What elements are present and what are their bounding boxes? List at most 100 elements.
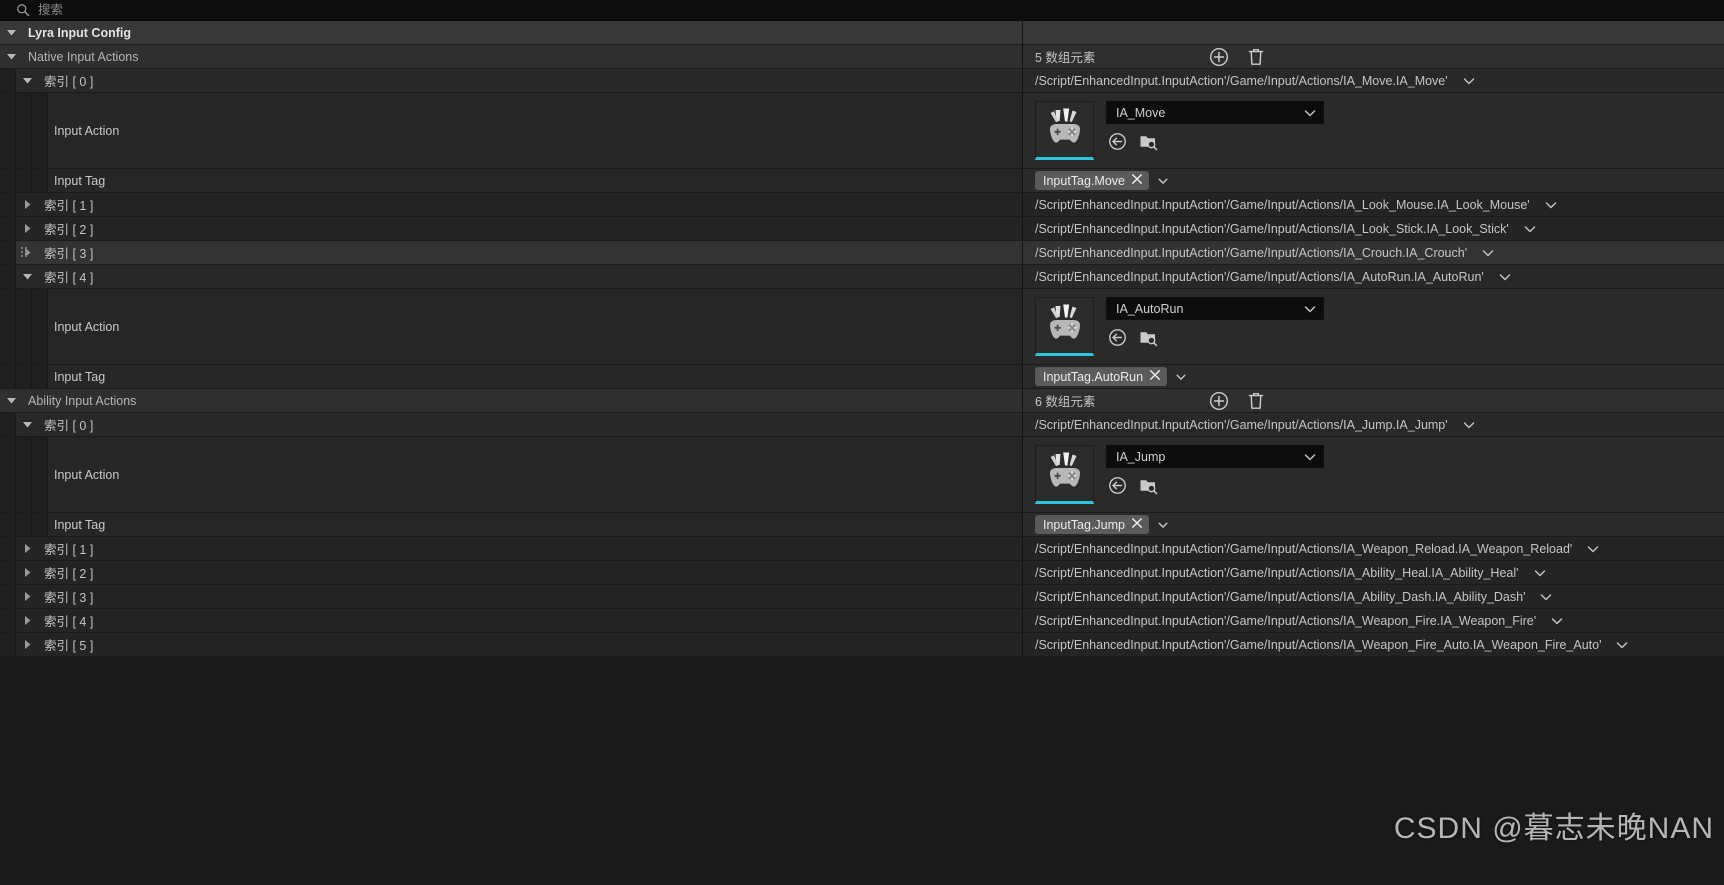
input-tag-label: Input Tag xyxy=(54,173,106,188)
input-action-gamepad-icon[interactable] xyxy=(1035,101,1094,160)
input-action-value-cell: IA_Move xyxy=(1023,93,1724,168)
twisty-collapsed-icon[interactable] xyxy=(16,223,38,234)
indent-guides xyxy=(0,217,16,240)
asset-path-value[interactable]: /Script/EnhancedInput.InputAction'/Game/… xyxy=(1035,542,1572,556)
tag-dropdown-chevron-icon[interactable] xyxy=(1175,371,1187,383)
twisty-collapsed-icon[interactable] xyxy=(16,591,38,602)
use-selected-asset-icon[interactable] xyxy=(1108,132,1127,151)
add-element-button[interactable] xyxy=(1209,391,1229,411)
asset-path-value[interactable]: /Script/EnhancedInput.InputAction'/Game/… xyxy=(1035,566,1519,580)
twisty-collapsed-icon[interactable] xyxy=(16,567,38,578)
twisty-expanded-icon[interactable] xyxy=(0,51,22,62)
input-tag-label: Input Tag xyxy=(54,369,106,384)
twisty-expanded-icon[interactable] xyxy=(16,75,38,86)
array-section-0[interactable]: Native Input Actions 5 数组元素 xyxy=(0,45,1724,69)
chevron-down-icon[interactable] xyxy=(1462,418,1476,432)
chevron-down-icon[interactable] xyxy=(1544,198,1558,212)
delete-all-elements-button[interactable] xyxy=(1247,47,1265,67)
asset-picker-controls: IA_Move xyxy=(1106,101,1324,151)
array-element-row[interactable]: 索引 [ 0 ] /Script/EnhancedInput.InputActio… xyxy=(0,413,1724,437)
delete-all-elements-button[interactable] xyxy=(1247,391,1265,411)
gameplay-tag-pill[interactable]: InputTag.Jump xyxy=(1035,515,1149,534)
category-row-root[interactable]: Lyra Input Config xyxy=(0,21,1724,45)
twisty-collapsed-icon[interactable] xyxy=(16,615,38,626)
twisty-expanded-icon[interactable] xyxy=(16,419,38,430)
clear-tag-x-icon[interactable] xyxy=(1131,517,1143,532)
chevron-down-icon[interactable] xyxy=(1498,270,1512,284)
asset-path-value[interactable]: /Script/EnhancedInput.InputAction'/Game/… xyxy=(1035,614,1536,628)
twisty-collapsed-icon[interactable] xyxy=(16,639,38,650)
asset-mini-buttons xyxy=(1106,328,1324,347)
clear-tag-x-icon[interactable] xyxy=(1131,173,1143,188)
chevron-down-icon[interactable] xyxy=(1539,590,1553,604)
asset-combo-box[interactable]: IA_AutoRun xyxy=(1106,297,1324,320)
browse-to-asset-icon[interactable] xyxy=(1139,476,1158,495)
chevron-down-icon[interactable] xyxy=(1481,246,1495,260)
indent-guides xyxy=(0,69,16,92)
array-element-left: 索引 [ 3 ] xyxy=(0,241,1023,264)
array-element-row[interactable]: 索引 [ 3 ] /Script/EnhancedInput.InputActio… xyxy=(0,241,1724,265)
array-buttons xyxy=(1209,391,1265,411)
asset-path-value[interactable]: /Script/EnhancedInput.InputAction'/Game/… xyxy=(1035,74,1448,88)
tag-dropdown-chevron-icon[interactable] xyxy=(1157,175,1169,187)
array-section-right: 6 数组元素 xyxy=(1023,389,1724,412)
array-element-left: 索引 [ 3 ] xyxy=(0,585,1023,608)
array-element-row[interactable]: 索引 [ 2 ] /Script/EnhancedInput.InputActio… xyxy=(0,561,1724,585)
twisty-expanded-icon[interactable] xyxy=(0,27,22,38)
chevron-down-icon[interactable] xyxy=(1533,566,1547,580)
chevron-down-icon[interactable] xyxy=(1615,638,1629,652)
gameplay-tag-pill[interactable]: InputTag.AutoRun xyxy=(1035,367,1168,386)
array-element-row[interactable]: 索引 [ 5 ] /Script/EnhancedInput.InputActio… xyxy=(0,633,1724,657)
array-element-right: /Script/EnhancedInput.InputAction'/Game/… xyxy=(1023,413,1724,436)
array-element-row[interactable]: 索引 [ 1 ] /Script/EnhancedInput.InputActio… xyxy=(0,193,1724,217)
gameplay-tag-pill[interactable]: InputTag.Move xyxy=(1035,171,1149,190)
twisty-expanded-icon[interactable] xyxy=(0,395,22,406)
array-element-row[interactable]: 索引 [ 4 ] /Script/EnhancedInput.InputActio… xyxy=(0,265,1724,289)
chevron-down-icon[interactable] xyxy=(1462,74,1476,88)
gameplay-tag-text: InputTag.Jump xyxy=(1043,517,1125,532)
clear-tag-x-icon[interactable] xyxy=(1149,369,1161,384)
use-selected-asset-icon[interactable] xyxy=(1108,476,1127,495)
array-section-1[interactable]: Ability Input Actions 6 数组元素 xyxy=(0,389,1724,413)
chevron-down-icon[interactable] xyxy=(1523,222,1537,236)
array-element-row[interactable]: 索引 [ 2 ] /Script/EnhancedInput.InputActio… xyxy=(0,217,1724,241)
drag-handle[interactable] xyxy=(21,246,29,259)
use-selected-asset-icon[interactable] xyxy=(1108,328,1127,347)
chevron-down-icon[interactable] xyxy=(1550,614,1564,628)
search-input[interactable] xyxy=(38,0,1724,20)
search-field-wrapper[interactable] xyxy=(16,0,1724,21)
asset-combo-box[interactable]: IA_Jump xyxy=(1106,445,1324,468)
chevron-down-icon[interactable] xyxy=(1586,542,1600,556)
twisty-expanded-icon[interactable] xyxy=(16,271,38,282)
twisty-collapsed-icon[interactable] xyxy=(16,199,38,210)
tag-dropdown-chevron-icon[interactable] xyxy=(1157,519,1169,531)
asset-path-value[interactable]: /Script/EnhancedInput.InputAction'/Game/… xyxy=(1035,418,1448,432)
gameplay-tag-text: InputTag.AutoRun xyxy=(1043,369,1144,384)
asset-picker: IA_AutoRun xyxy=(1035,289,1324,364)
twisty-collapsed-icon[interactable] xyxy=(16,543,38,554)
indent-guides xyxy=(0,413,16,436)
array-element-row[interactable]: 索引 [ 0 ] /Script/EnhancedInput.InputActio… xyxy=(0,69,1724,93)
indent-guides xyxy=(0,585,16,608)
browse-to-asset-icon[interactable] xyxy=(1139,328,1158,347)
array-element-left: 索引 [ 5 ] xyxy=(0,633,1023,656)
asset-path-value[interactable]: /Script/EnhancedInput.InputAction'/Game/… xyxy=(1035,590,1525,604)
asset-path-value[interactable]: /Script/EnhancedInput.InputAction'/Game/… xyxy=(1035,198,1530,212)
asset-path-value[interactable]: /Script/EnhancedInput.InputAction'/Game/… xyxy=(1035,270,1484,284)
add-element-button[interactable] xyxy=(1209,47,1229,67)
asset-path-value[interactable]: /Script/EnhancedInput.InputAction'/Game/… xyxy=(1035,246,1467,260)
array-element-row[interactable]: 索引 [ 4 ] /Script/EnhancedInput.InputActio… xyxy=(0,609,1724,633)
asset-path-value[interactable]: /Script/EnhancedInput.InputAction'/Game/… xyxy=(1035,638,1601,652)
array-element-index-label: 索引 [ 1 ] xyxy=(44,543,94,557)
input-tag-value-cell: InputTag.AutoRun xyxy=(1023,365,1724,388)
array-element-left: 索引 [ 2 ] xyxy=(0,217,1023,240)
asset-path-value[interactable]: /Script/EnhancedInput.InputAction'/Game/… xyxy=(1035,222,1509,236)
asset-combo-box[interactable]: IA_Move xyxy=(1106,101,1324,124)
browse-to-asset-icon[interactable] xyxy=(1139,132,1158,151)
input-action-gamepad-icon[interactable] xyxy=(1035,297,1094,356)
array-element-right: /Script/EnhancedInput.InputAction'/Game/… xyxy=(1023,241,1724,264)
array-element-row[interactable]: 索引 [ 1 ] /Script/EnhancedInput.InputActio… xyxy=(0,537,1724,561)
array-element-row[interactable]: 索引 [ 3 ] /Script/EnhancedInput.InputActio… xyxy=(0,585,1724,609)
array-element-right: /Script/EnhancedInput.InputAction'/Game/… xyxy=(1023,537,1724,560)
input-action-gamepad-icon[interactable] xyxy=(1035,445,1094,504)
